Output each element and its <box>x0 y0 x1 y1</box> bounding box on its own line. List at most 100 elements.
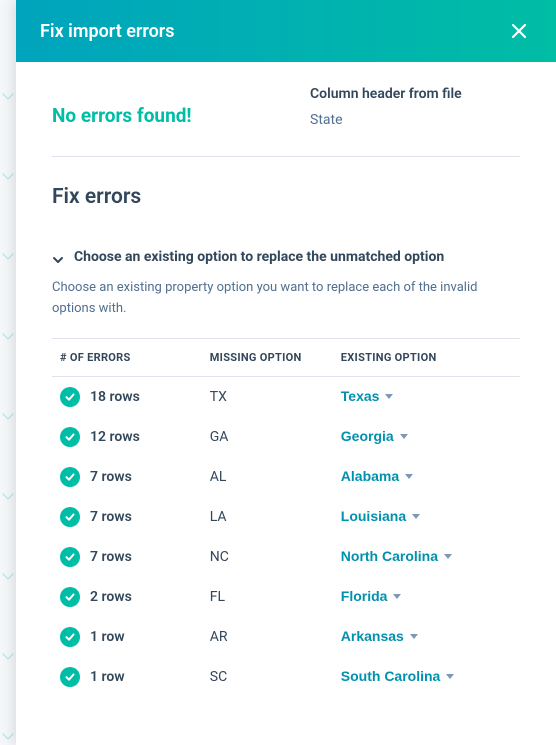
close-icon <box>510 22 528 40</box>
existing-option-cell: Georgia <box>333 417 520 457</box>
caret-down-icon <box>444 554 452 559</box>
error-count-cell: 18 rows <box>52 376 202 417</box>
modal-header: Fix import errors <box>16 0 556 62</box>
column-header-label: Column header from file <box>310 86 520 102</box>
no-errors-message: No errors found! <box>52 104 286 127</box>
caret-down-icon <box>410 634 418 639</box>
caret-down-icon <box>385 394 393 399</box>
existing-option-label: North Carolina <box>341 548 438 564</box>
check-icon <box>60 547 80 567</box>
existing-option-label: Louisiana <box>341 508 406 524</box>
error-count-text: 1 row <box>90 669 125 685</box>
table-row: 7 rows NC North Carolina <box>52 537 520 577</box>
error-count-text: 7 rows <box>90 509 132 525</box>
missing-option-text: GA <box>210 429 229 445</box>
missing-option-text: NC <box>210 549 229 565</box>
table-row: 18 rows TX Texas <box>52 376 520 417</box>
fix-import-errors-modal: Fix import errors No errors found! Colum… <box>16 0 556 745</box>
missing-option-cell: SC <box>202 657 333 697</box>
accordion-toggle[interactable]: Choose an existing option to replace the… <box>52 249 520 266</box>
check-icon <box>60 467 80 487</box>
existing-option-cell: Alabama <box>333 457 520 497</box>
column-header-value: State <box>310 112 520 128</box>
missing-option-text: LA <box>210 509 227 525</box>
missing-option-cell: AR <box>202 617 333 657</box>
table-row: 7 rows AL Alabama <box>52 457 520 497</box>
existing-option-dropdown[interactable]: North Carolina <box>341 548 452 564</box>
missing-option-cell: GA <box>202 417 333 457</box>
missing-option-text: SC <box>210 669 227 685</box>
col-header-missing: MISSING OPTION <box>202 338 333 376</box>
existing-option-dropdown[interactable]: Arkansas <box>341 628 418 644</box>
table-row: 1 row AR Arkansas <box>52 617 520 657</box>
status-row: No errors found! Column header from file… <box>52 86 520 157</box>
check-icon <box>60 507 80 527</box>
existing-option-label: South Carolina <box>341 668 441 684</box>
missing-option-text: TX <box>210 389 227 405</box>
existing-option-dropdown[interactable]: Alabama <box>341 468 413 484</box>
col-header-existing: EXISTING OPTION <box>333 338 520 376</box>
table-row: 12 rows GA Georgia <box>52 417 520 457</box>
background-chevrons <box>0 0 16 745</box>
chevron-down-icon <box>52 254 64 266</box>
existing-option-dropdown[interactable]: South Carolina <box>341 668 455 684</box>
error-count-cell: 7 rows <box>52 497 202 537</box>
missing-option-cell: AL <box>202 457 333 497</box>
error-count-cell: 7 rows <box>52 537 202 577</box>
missing-option-text: AR <box>210 629 228 645</box>
existing-option-label: Arkansas <box>341 628 404 644</box>
check-icon <box>60 387 80 407</box>
caret-down-icon <box>446 674 454 679</box>
missing-option-text: FL <box>210 589 225 605</box>
error-count-cell: 1 row <box>52 657 202 697</box>
table-row: 2 rows FL Florida <box>52 577 520 617</box>
col-header-errors: # OF ERRORS <box>52 338 202 376</box>
existing-option-dropdown[interactable]: Georgia <box>341 428 408 444</box>
error-count-text: 7 rows <box>90 549 132 565</box>
existing-option-cell: South Carolina <box>333 657 520 697</box>
missing-option-cell: NC <box>202 537 333 577</box>
check-icon <box>60 427 80 447</box>
table-row: 1 row SC South Carolina <box>52 657 520 697</box>
errors-table: # OF ERRORS MISSING OPTION EXISTING OPTI… <box>52 338 520 697</box>
status-right: Column header from file State <box>310 86 520 128</box>
existing-option-cell: Arkansas <box>333 617 520 657</box>
existing-option-dropdown[interactable]: Texas <box>341 388 394 404</box>
error-count-text: 2 rows <box>90 589 132 605</box>
error-count-cell: 1 row <box>52 617 202 657</box>
existing-option-label: Texas <box>341 388 380 404</box>
existing-option-label: Alabama <box>341 468 399 484</box>
close-button[interactable] <box>506 18 532 44</box>
caret-down-icon <box>400 434 408 439</box>
existing-option-cell: Florida <box>333 577 520 617</box>
existing-option-cell: North Carolina <box>333 537 520 577</box>
accordion-description: Choose an existing property option you w… <box>52 278 520 320</box>
missing-option-cell: TX <box>202 376 333 417</box>
existing-option-label: Georgia <box>341 428 394 444</box>
error-count-text: 18 rows <box>90 389 140 405</box>
missing-option-text: AL <box>210 469 227 485</box>
fix-errors-heading: Fix errors <box>52 185 520 209</box>
error-count-text: 12 rows <box>90 429 140 445</box>
error-count-text: 1 row <box>90 629 125 645</box>
error-count-cell: 2 rows <box>52 577 202 617</box>
check-icon <box>60 587 80 607</box>
missing-option-cell: LA <box>202 497 333 537</box>
existing-option-dropdown[interactable]: Florida <box>341 588 402 604</box>
modal-body: No errors found! Column header from file… <box>16 62 556 745</box>
check-icon <box>60 627 80 647</box>
check-icon <box>60 667 80 687</box>
existing-option-cell: Texas <box>333 376 520 417</box>
caret-down-icon <box>412 514 420 519</box>
existing-option-cell: Louisiana <box>333 497 520 537</box>
error-count-cell: 7 rows <box>52 457 202 497</box>
caret-down-icon <box>393 594 401 599</box>
accordion-title: Choose an existing option to replace the… <box>74 249 444 265</box>
modal-title: Fix import errors <box>40 21 175 42</box>
error-count-cell: 12 rows <box>52 417 202 457</box>
table-row: 7 rows LA Louisiana <box>52 497 520 537</box>
caret-down-icon <box>405 474 413 479</box>
existing-option-label: Florida <box>341 588 388 604</box>
error-count-text: 7 rows <box>90 469 132 485</box>
existing-option-dropdown[interactable]: Louisiana <box>341 508 420 524</box>
